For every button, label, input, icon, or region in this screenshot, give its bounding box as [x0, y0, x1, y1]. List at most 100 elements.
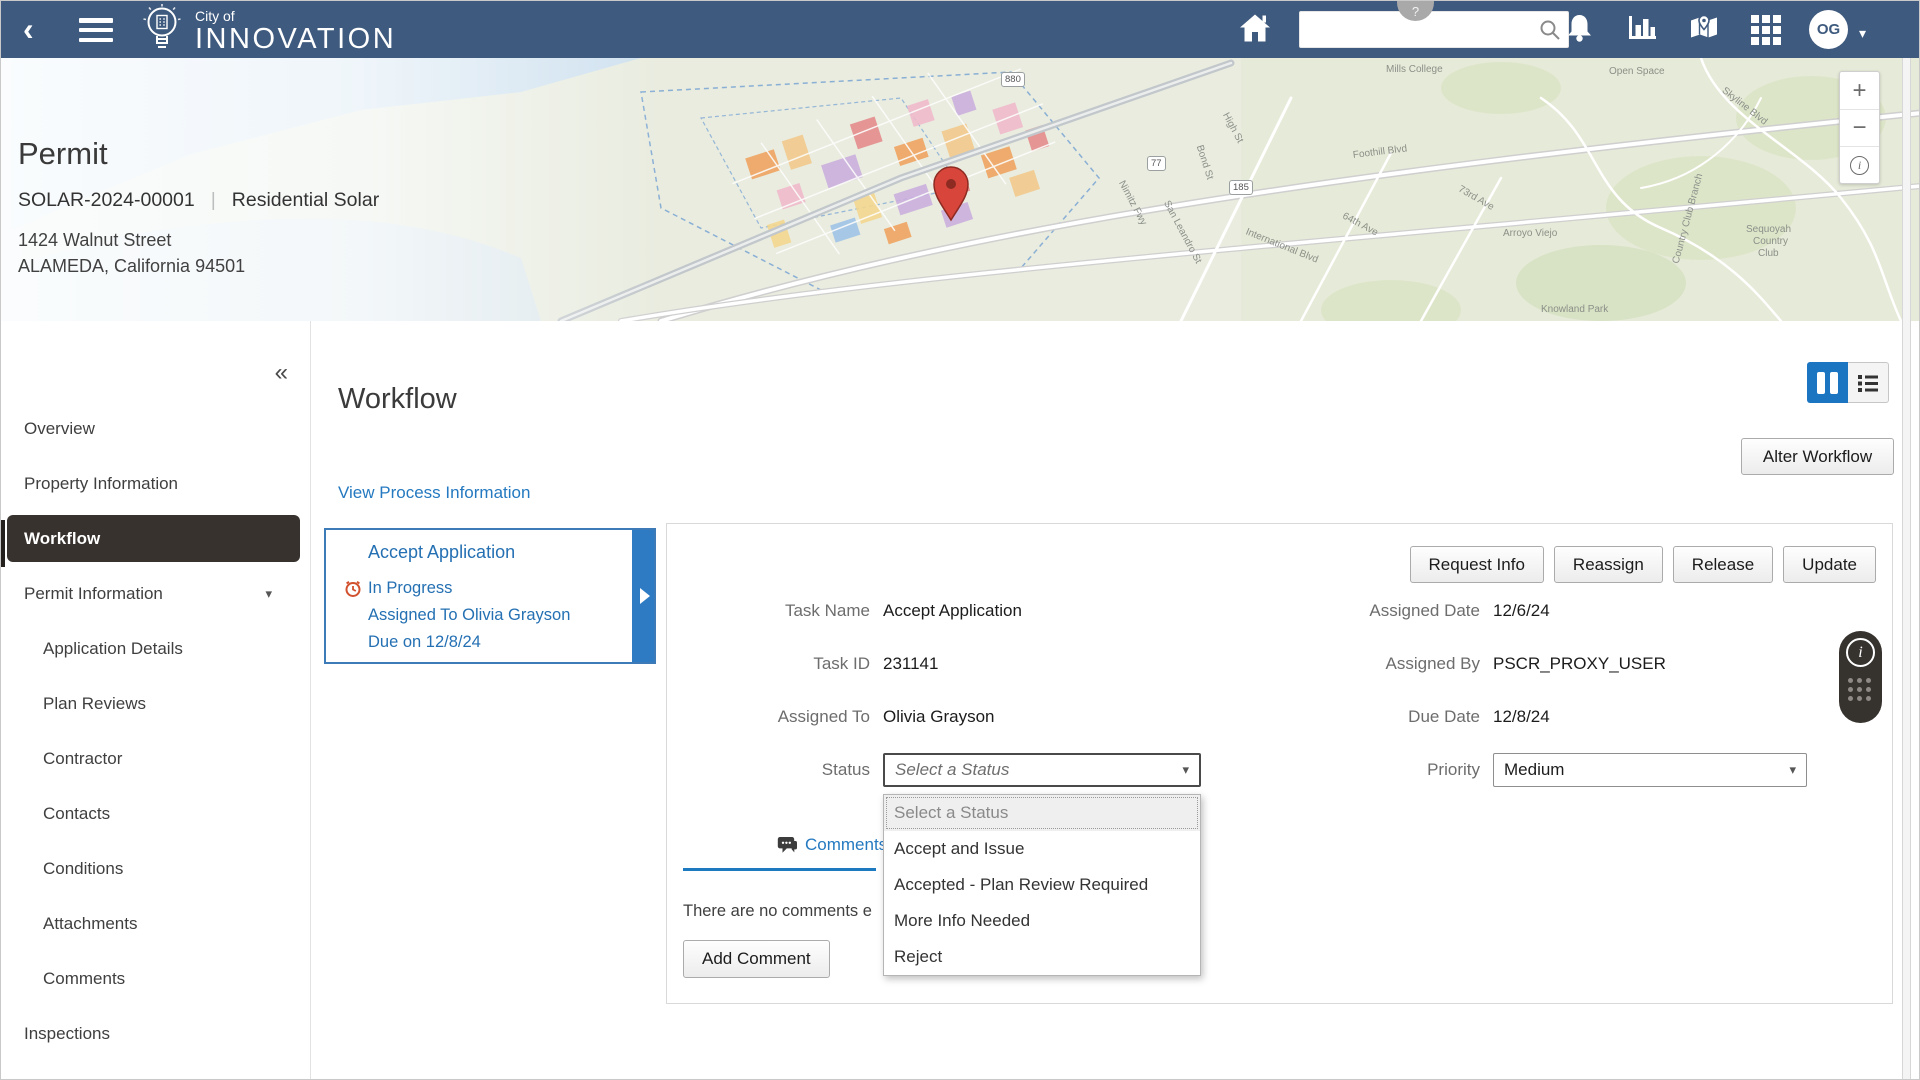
chevron-down-icon: ▾ — [1182, 762, 1189, 778]
field-label: Assigned By — [1277, 654, 1480, 674]
task-card-title: Accept Application — [368, 542, 515, 563]
map-zoom-out-button[interactable]: − — [1840, 109, 1879, 146]
sidebar-collapse-icon[interactable]: « — [275, 359, 286, 387]
avatar[interactable]: OG — [1809, 10, 1848, 49]
sidebar-item-contractor[interactable]: Contractor — [1, 731, 310, 786]
assigned-by-row: Assigned ByPSCR_PROXY_USER — [1277, 637, 1887, 690]
workflow-main: Workflow Alter Workflow View Process Inf… — [312, 321, 1920, 1079]
status-option-accept-and-issue[interactable]: Accept and Issue — [884, 831, 1200, 867]
city-logo: City of INNOVATION — [139, 3, 396, 55]
sidebar-item-contacts[interactable]: Contacts — [1, 786, 310, 841]
logo-innovation: INNOVATION — [195, 24, 396, 54]
back-icon[interactable]: ‹ — [23, 11, 34, 47]
lightbulb-logo-icon — [139, 3, 185, 55]
status-dropdown[interactable]: Select a Status ▾ — [883, 753, 1201, 787]
release-button[interactable]: Release — [1673, 546, 1773, 583]
field-value: Accept Application — [883, 601, 1022, 621]
task-card-accept-application[interactable]: Accept Application In ProgressAssigned T… — [324, 528, 656, 664]
hamburger-menu-icon[interactable] — [79, 18, 113, 42]
map-label: Club — [1758, 248, 1779, 259]
status-option-reject[interactable]: Reject — [884, 939, 1200, 975]
sidebar-item-label: Conditions — [43, 859, 123, 879]
chevron-down-icon: ▾ — [265, 586, 272, 602]
address-line2: ALAMEDA, California 94501 — [18, 253, 379, 279]
map-route-shield: 880 — [1001, 72, 1025, 87]
tab-comments[interactable]: Comments — [777, 835, 887, 855]
avatar-chevron-down-icon[interactable]: ▾ — [1859, 25, 1866, 42]
sidebar-item-label: Application Details — [43, 639, 183, 659]
sidebar-nav: « Overview Property InformationWorkflowPe… — [1, 321, 311, 1079]
sidebar-item-attachments[interactable]: Attachments — [1, 896, 310, 951]
sidebar-item-label: Inspections — [24, 1024, 110, 1044]
map-info-button[interactable]: i — [1840, 146, 1879, 183]
map-zoom-in-button[interactable]: + — [1840, 72, 1879, 109]
comments-bubble-icon — [777, 836, 798, 855]
map-label: Arroyo Viejo — [1503, 228, 1557, 239]
status-row: Status Select a Status ▾ — [667, 743, 1212, 796]
reports-chart-icon[interactable] — [1627, 14, 1657, 46]
request-info-button[interactable]: Request Info — [1410, 546, 1544, 583]
status-option-accepted-plan-review-required[interactable]: Accepted - Plan Review Required — [884, 867, 1200, 903]
card-view-toggle[interactable] — [1807, 362, 1848, 403]
reassign-button[interactable]: Reassign — [1554, 546, 1663, 583]
map-controls: + − i — [1839, 71, 1880, 184]
task-card-line: Due on 12/8/24 — [368, 629, 570, 656]
fields-right-column: Assigned Date12/6/24Assigned ByPSCR_PROX… — [1277, 584, 1887, 796]
separator: | — [211, 189, 216, 212]
sidebar-item-inspections[interactable]: Inspections — [1, 1006, 310, 1061]
update-button[interactable]: Update — [1783, 546, 1876, 583]
top-navbar: ‹ City of INNOVATION ? — [1, 1, 1919, 58]
task-detail-panel: Request Info Reassign Release Update Task N… — [666, 523, 1893, 1004]
in-progress-clock-icon — [344, 580, 362, 603]
sidebar-item-label: Comments — [43, 969, 125, 989]
logo-text: City of INNOVATION — [195, 9, 396, 55]
selected-item-strip — [1, 520, 5, 567]
sidebar-items: Overview Property InformationWorkflowPerm… — [1, 401, 310, 1061]
map-label: Knowland Park — [1541, 304, 1608, 315]
notifications-bell-icon[interactable] — [1566, 13, 1593, 47]
priority-dropdown[interactable]: Medium ▾ — [1493, 753, 1807, 787]
sidebar-item-comments[interactable]: Comments — [1, 951, 310, 1006]
view-toggle — [1807, 362, 1889, 403]
sidebar-item-property-information[interactable]: Property Information — [1, 456, 310, 511]
list-icon — [1857, 373, 1879, 393]
sidebar-item-application-details[interactable]: Application Details — [1, 621, 310, 676]
field-label: Assigned Date — [1277, 601, 1480, 621]
sidebar-item-label: Overview — [24, 419, 95, 439]
sidebar-item-permit-information[interactable]: Permit Information▾ — [1, 566, 310, 621]
sidebar-item-plan-reviews[interactable]: Plan Reviews — [1, 676, 310, 731]
search-icon[interactable] — [1539, 19, 1561, 46]
help-info-widget[interactable]: i — [1839, 631, 1882, 723]
status-option-select-a-status[interactable]: Select a Status — [884, 795, 1200, 831]
status-option-more-info-needed[interactable]: More Info Needed — [884, 903, 1200, 939]
alter-workflow-button[interactable]: Alter Workflow — [1741, 438, 1894, 475]
comments-tab-label: Comments — [805, 835, 887, 855]
page-title: Permit — [18, 136, 379, 172]
home-icon[interactable] — [1239, 12, 1271, 47]
chevron-down-icon: ▾ — [1789, 762, 1796, 778]
add-comment-button[interactable]: Add Comment — [683, 940, 830, 978]
status-dropdown-list: Select a StatusAccept and IssueAccepted … — [883, 794, 1201, 976]
status-label: Status — [667, 760, 870, 780]
sidebar-item-overview[interactable]: Overview — [1, 401, 310, 456]
sidebar-item-workflow[interactable]: Workflow — [7, 515, 300, 562]
field-value: 231141 — [883, 654, 938, 674]
logo-city-of: City of — [195, 9, 396, 24]
permit-page: ‹ City of INNOVATION ? — [0, 0, 1920, 1080]
comments-empty-text: There are no comments e — [683, 902, 872, 921]
due-date-row: Due Date12/8/24 — [1277, 690, 1887, 743]
view-process-information-link[interactable]: View Process Information — [338, 483, 530, 503]
apps-grid-icon[interactable] — [1751, 15, 1781, 45]
fields-left-column: Task NameAccept ApplicationTask ID231141… — [667, 584, 1212, 796]
list-view-toggle[interactable] — [1848, 362, 1889, 403]
sidebar-item-conditions[interactable]: Conditions — [1, 841, 310, 896]
active-tab-underline — [683, 868, 876, 871]
map-icon[interactable] — [1689, 13, 1719, 46]
task-name-row: Task NameAccept Application — [667, 584, 1212, 637]
sidebar-item-label: Contractor — [43, 749, 122, 769]
map-route-shield: 77 — [1147, 156, 1166, 171]
assigned-to-row: Assigned ToOlivia Grayson — [667, 690, 1212, 743]
priority-dropdown-value: Medium — [1504, 760, 1564, 780]
map-banner: Mills CollegeOpen SpaceSkyline BlvdFooth… — [1, 58, 1920, 321]
page-scrollbar[interactable] — [1902, 58, 1911, 1079]
